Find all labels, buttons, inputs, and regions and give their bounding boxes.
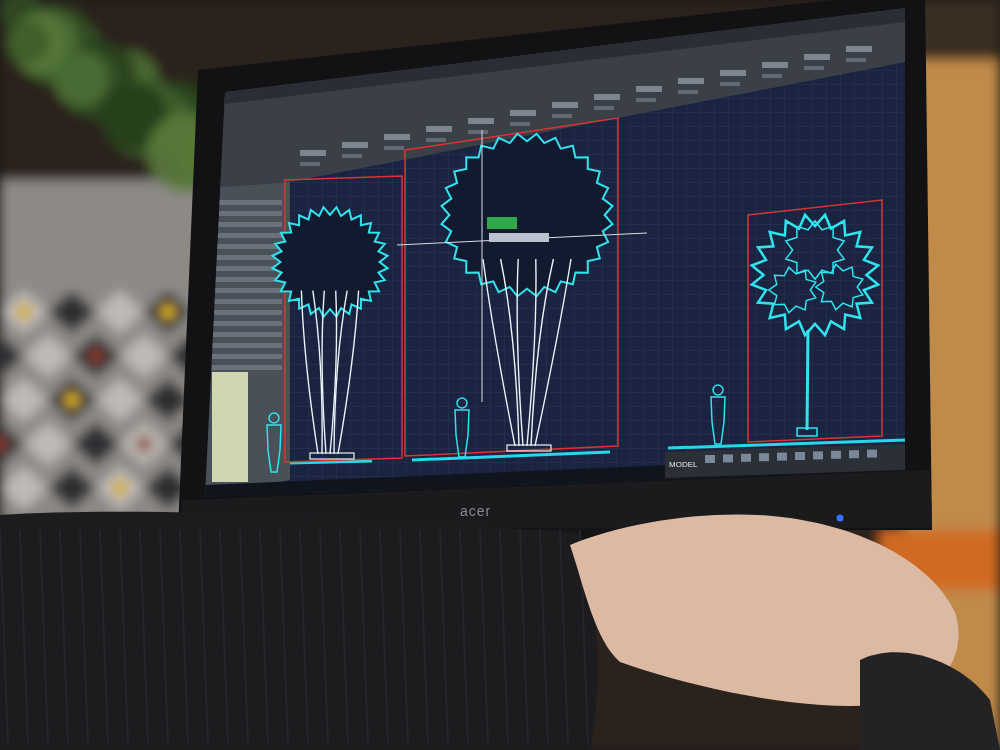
ribbon-button[interactable] (510, 110, 536, 116)
trunk (483, 259, 515, 446)
status-toggle-icon[interactable] (705, 455, 715, 463)
grip-marker (487, 217, 517, 229)
ribbon-button[interactable] (720, 70, 746, 76)
status-toggle-icon[interactable] (741, 454, 751, 462)
status-toggle-icon[interactable] (831, 451, 841, 459)
background (0, 0, 1000, 750)
ribbon-button[interactable] (426, 126, 452, 132)
canopy-outline (752, 215, 878, 335)
trunk (517, 259, 523, 446)
status-bar: MODEL (665, 444, 905, 478)
canopy-outline (442, 134, 613, 296)
scale-figure (711, 385, 725, 444)
workstation-photo: MODEL acer (0, 0, 1000, 750)
extent-box (748, 200, 882, 442)
ribbon-button[interactable] (762, 62, 788, 68)
ribbon-button[interactable] (678, 78, 704, 84)
status-toggle-icon[interactable] (849, 450, 859, 458)
ribbon-button[interactable] (636, 86, 662, 92)
trunk (535, 259, 571, 446)
trunk (338, 291, 359, 454)
ribbon-button[interactable] (552, 102, 578, 108)
user-arm (0, 512, 1000, 750)
status-toggle-icon[interactable] (813, 451, 823, 459)
tree-elevation[interactable] (267, 176, 402, 472)
photo-scene: MODEL acer (0, 0, 1000, 750)
dynamic-input (489, 233, 549, 242)
trunk (531, 259, 553, 446)
trunk (501, 259, 519, 446)
scale-figure (267, 413, 281, 472)
monitor: MODEL acer (178, 0, 932, 560)
status-toggle-icon[interactable] (777, 453, 787, 461)
tree-elevation[interactable] (397, 118, 647, 457)
status-toggle-icon[interactable] (795, 452, 805, 460)
trunk (330, 291, 337, 454)
ribbon-button[interactable] (468, 118, 494, 124)
tree-elevation[interactable] (711, 200, 882, 444)
ribbon-button[interactable] (804, 54, 830, 60)
properties-panel (205, 182, 290, 497)
model-tab[interactable]: MODEL (669, 460, 698, 469)
command-history (212, 372, 248, 482)
brand-logo: acer (460, 503, 491, 519)
cad-screen: MODEL (200, 0, 910, 500)
ribbon-button[interactable] (594, 94, 620, 100)
ribbon-button[interactable] (384, 134, 410, 140)
trunk (807, 330, 808, 430)
canopy-outline (272, 207, 387, 317)
mouse[interactable] (860, 652, 1000, 750)
ribbon-button[interactable] (300, 150, 326, 156)
trunk (334, 291, 347, 454)
trunk (322, 291, 326, 454)
selection-crosshair (397, 130, 647, 402)
scale-figure (455, 398, 469, 457)
sleeve (0, 512, 597, 750)
status-toggle-icon[interactable] (759, 453, 769, 461)
ribbon-button[interactable] (846, 46, 872, 52)
status-toggle-icon[interactable] (723, 454, 733, 462)
status-toggle-icon[interactable] (867, 450, 877, 458)
ribbon-button[interactable] (342, 142, 368, 148)
power-led (837, 515, 844, 522)
extent-box (405, 118, 618, 456)
trunk (527, 259, 536, 446)
trunk (313, 291, 322, 454)
